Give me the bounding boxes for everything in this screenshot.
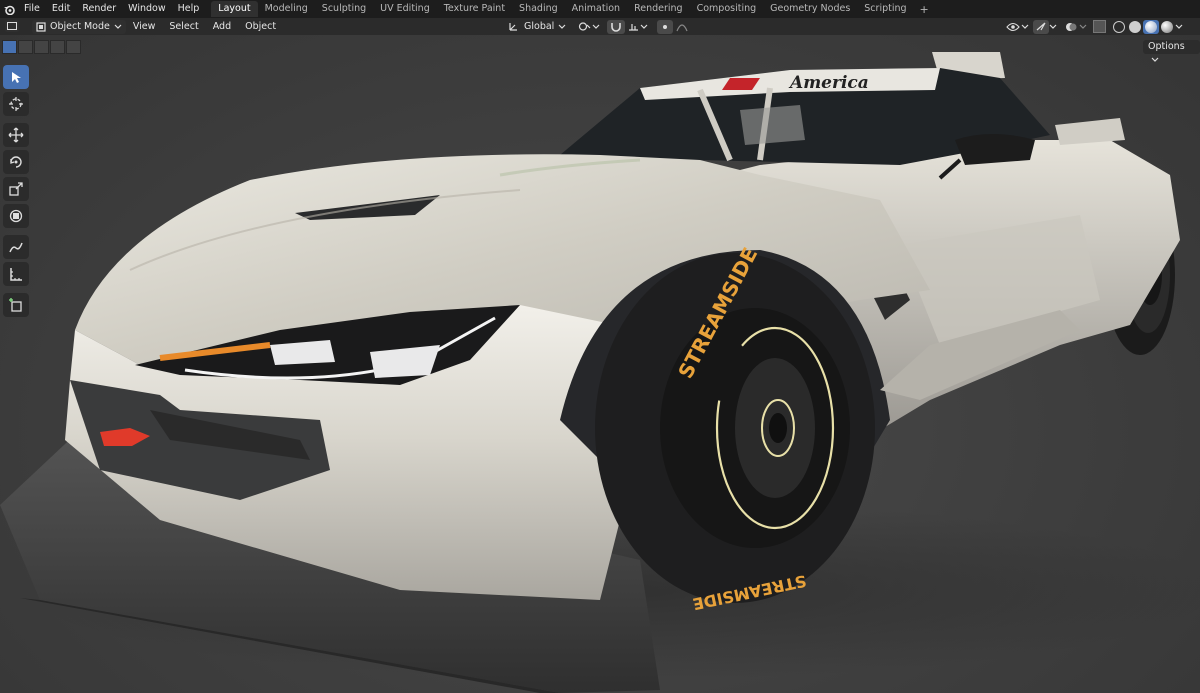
solid-shading-icon[interactable] <box>1127 20 1143 34</box>
falloff-icon[interactable] <box>673 20 691 34</box>
workspace-tabs: Layout Modeling Sculpting UV Editing Tex… <box>211 0 934 18</box>
mode-dropdown[interactable]: Object Mode <box>32 19 126 34</box>
menu-render[interactable]: Render <box>76 0 122 18</box>
snap-increment-icon <box>629 24 639 31</box>
chevron-down-icon <box>1151 57 1159 62</box>
seat <box>740 105 805 145</box>
object-mode-icon <box>36 21 46 32</box>
tab-compositing[interactable]: Compositing <box>690 1 764 17</box>
tab-modeling[interactable]: Modeling <box>258 1 315 17</box>
snap-target-dropdown[interactable] <box>625 20 651 34</box>
select-subtract-icon[interactable] <box>34 40 49 54</box>
scale-icon[interactable] <box>3 177 29 201</box>
annotate-icon[interactable] <box>3 235 29 259</box>
pivot-dropdown[interactable] <box>575 20 603 34</box>
select-new-icon[interactable] <box>2 40 17 54</box>
cursor-icon[interactable] <box>3 92 29 116</box>
viewport-header: Object Mode View Select Add Object Globa… <box>0 18 1200 35</box>
viewport-display-tools <box>1005 19 1183 34</box>
side-mirror <box>955 134 1035 165</box>
select-box-icon[interactable] <box>3 65 29 89</box>
chevron-down-icon[interactable] <box>1175 20 1183 34</box>
gizmo-icon[interactable] <box>1033 19 1049 34</box>
top-bar: File Edit Render Window Help Layout Mode… <box>0 0 1200 18</box>
tab-sculpting[interactable]: Sculpting <box>315 1 373 17</box>
rendered-shading-icon[interactable] <box>1159 20 1175 34</box>
tool-shelf <box>3 65 31 320</box>
tab-texture-paint[interactable]: Texture Paint <box>437 1 512 17</box>
selection-mode-buttons <box>2 40 82 54</box>
tab-uv-editing[interactable]: UV Editing <box>373 1 437 17</box>
magnet-icon <box>611 23 622 32</box>
chevron-down-icon <box>640 24 648 29</box>
car-render: America STREAMSIDE STREAMSIDE <box>0 52 1200 693</box>
chevron-down-icon <box>558 24 566 29</box>
proportional-icon <box>663 24 668 29</box>
select-intersect-icon[interactable] <box>66 40 81 54</box>
menu-object[interactable]: Object <box>238 21 283 32</box>
mode-label: Object Mode <box>50 21 110 32</box>
chevron-down-icon <box>114 24 122 29</box>
tab-layout[interactable]: Layout <box>211 1 258 17</box>
options-dropdown[interactable]: Options <box>1143 40 1200 62</box>
chevron-down-icon[interactable] <box>1021 20 1029 34</box>
wireframe-shading-icon[interactable] <box>1111 20 1127 34</box>
overlays-icon[interactable] <box>1063 20 1079 34</box>
select-extend-icon[interactable] <box>18 40 33 54</box>
orientation-dropdown[interactable]: Global <box>505 20 569 34</box>
chevron-down-icon[interactable] <box>1079 20 1087 34</box>
orientation-icon <box>509 23 517 31</box>
add-workspace-button[interactable]: + <box>914 3 935 16</box>
banner-text: America <box>788 73 869 93</box>
menu-view[interactable]: View <box>126 21 163 32</box>
add-cube-icon[interactable] <box>3 293 29 317</box>
blender-logo-icon[interactable] <box>0 0 18 18</box>
orientation-label: Global <box>524 21 555 32</box>
menu-file[interactable]: File <box>18 0 46 18</box>
tab-geometry-nodes[interactable]: Geometry Nodes <box>763 1 857 17</box>
menu-select[interactable]: Select <box>162 21 205 32</box>
options-label: Options <box>1148 41 1185 52</box>
tab-shading[interactable]: Shading <box>512 1 565 17</box>
tab-scripting[interactable]: Scripting <box>857 1 913 17</box>
chevron-down-icon <box>592 24 600 29</box>
select-invert-icon[interactable] <box>50 40 65 54</box>
menu-edit[interactable]: Edit <box>46 0 76 18</box>
rear-wing <box>1055 118 1125 145</box>
tab-animation[interactable]: Animation <box>565 1 627 17</box>
transform-tools: Global <box>505 19 691 34</box>
measure-icon[interactable] <box>3 262 29 286</box>
menu-help[interactable]: Help <box>172 0 206 18</box>
snap-toggle[interactable] <box>607 19 626 34</box>
proportional-editing-toggle[interactable] <box>657 19 674 34</box>
move-icon[interactable] <box>3 123 29 147</box>
tab-rendering[interactable]: Rendering <box>627 1 690 17</box>
visibility-icon[interactable] <box>1005 20 1021 34</box>
pivot-point-icon <box>579 22 591 31</box>
material-preview-shading-icon[interactable] <box>1143 19 1159 34</box>
transform-icon[interactable] <box>3 204 29 228</box>
menu-window[interactable]: Window <box>122 0 171 18</box>
editor-type-icon[interactable] <box>5 20 19 32</box>
chevron-down-icon[interactable] <box>1049 20 1057 34</box>
xray-icon[interactable] <box>1091 20 1107 34</box>
menu-add[interactable]: Add <box>206 21 238 32</box>
rotate-icon[interactable] <box>3 150 29 174</box>
